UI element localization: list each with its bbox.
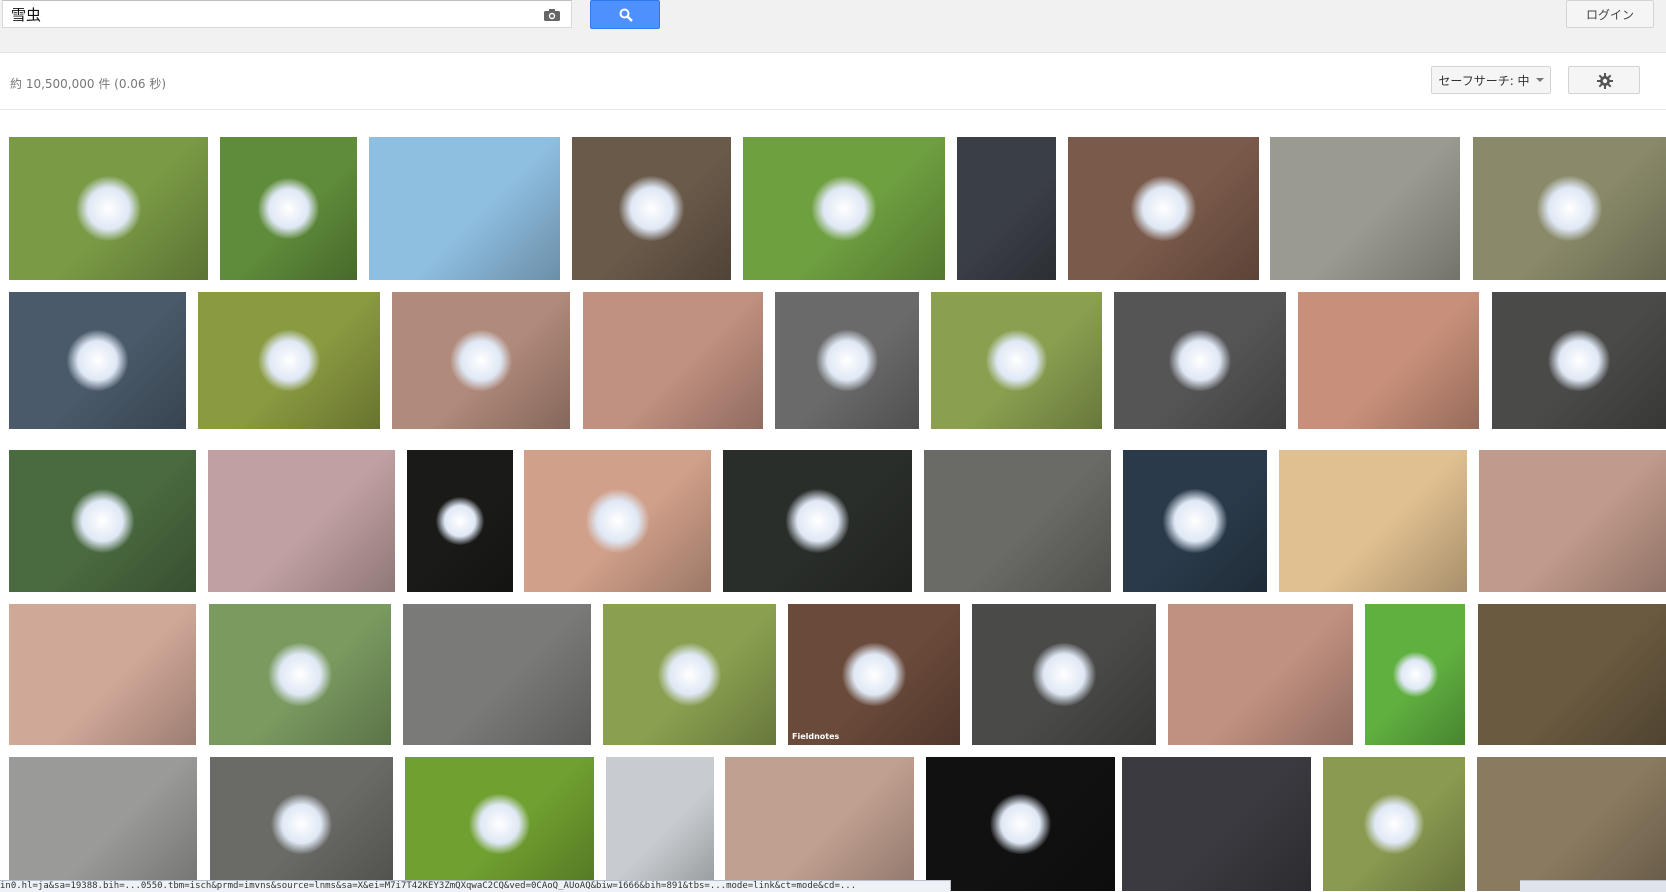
snow-insect-subject [1169, 329, 1231, 392]
image-result-thumbnail[interactable] [572, 137, 731, 280]
image-result-thumbnail[interactable] [208, 450, 395, 592]
image-result-thumbnail[interactable] [926, 757, 1115, 891]
image-result-thumbnail[interactable] [220, 137, 357, 280]
snow-insect-subject [842, 642, 906, 707]
image-result-thumbnail[interactable] [1323, 757, 1465, 891]
image-result-thumbnail[interactable]: Fieldnotes [788, 604, 960, 745]
snow-insect-subject [469, 793, 530, 855]
snow-insect-subject [1131, 176, 1196, 241]
taskbar-tray [1520, 880, 1666, 892]
snow-insect-subject [785, 489, 850, 553]
snow-insect-subject [271, 793, 332, 855]
snow-insect-subject [436, 497, 484, 545]
snow-insect-subject [70, 489, 135, 553]
image-result-thumbnail[interactable] [9, 757, 197, 891]
image-result-thumbnail[interactable] [524, 450, 711, 592]
snow-insect-subject [1548, 329, 1610, 392]
image-result-thumbnail[interactable] [1068, 137, 1259, 280]
image-result-thumbnail[interactable] [723, 450, 912, 592]
image-result-thumbnail[interactable] [606, 757, 714, 891]
image-result-thumbnail[interactable] [972, 604, 1156, 745]
image-result-thumbnail[interactable] [9, 450, 196, 592]
image-result-thumbnail[interactable] [1492, 292, 1666, 429]
image-result-thumbnail[interactable] [1279, 450, 1467, 592]
image-result-thumbnail[interactable] [1114, 292, 1286, 429]
image-result-thumbnail[interactable] [1473, 137, 1666, 280]
snow-insect-subject [1363, 793, 1425, 855]
snow-insect-subject [257, 177, 320, 240]
image-result-thumbnail[interactable] [9, 604, 196, 745]
image-result-thumbnail[interactable] [209, 604, 391, 745]
image-result-thumbnail[interactable] [407, 450, 513, 592]
image-result-thumbnail[interactable] [1298, 292, 1479, 429]
image-results-grid: Fieldnotes [0, 0, 1666, 891]
snow-insect-subject [585, 489, 650, 553]
snow-insect-subject [811, 176, 877, 241]
snow-insect-subject [985, 329, 1048, 392]
image-result-thumbnail[interactable] [931, 292, 1102, 429]
status-url-bar: in0.hl=ja&sa=19388.bih=...0550.tbm=isch&… [0, 880, 951, 892]
snow-insect-subject [1163, 489, 1227, 553]
image-result-thumbnail[interactable] [9, 137, 208, 280]
image-result-thumbnail[interactable] [369, 137, 560, 280]
image-result-thumbnail[interactable] [775, 292, 919, 429]
snow-insect-subject [450, 329, 512, 392]
image-result-thumbnail[interactable] [210, 757, 393, 891]
image-result-thumbnail[interactable] [743, 137, 945, 280]
snow-insect-subject [66, 329, 129, 392]
image-result-thumbnail[interactable] [392, 292, 570, 429]
snow-insect-subject [1392, 652, 1438, 697]
snow-insect-subject [1032, 642, 1096, 707]
image-result-thumbnail[interactable] [198, 292, 380, 429]
image-result-thumbnail[interactable] [1270, 137, 1460, 280]
image-result-thumbnail[interactable] [1365, 604, 1465, 745]
snow-insect-subject [619, 176, 684, 241]
snow-insect-subject [76, 176, 141, 241]
image-result-thumbnail[interactable] [405, 757, 594, 891]
image-result-thumbnail[interactable] [9, 292, 186, 429]
snow-insect-subject [268, 642, 332, 707]
image-result-thumbnail[interactable] [924, 450, 1111, 592]
image-result-thumbnail[interactable] [583, 292, 763, 429]
image-result-thumbnail[interactable] [957, 137, 1056, 280]
image-result-thumbnail[interactable] [725, 757, 914, 891]
image-result-thumbnail[interactable] [603, 604, 776, 745]
image-result-thumbnail[interactable] [1477, 757, 1666, 891]
image-result-thumbnail[interactable] [1478, 604, 1666, 745]
watermark-label: Fieldnotes [792, 732, 840, 741]
snow-insect-subject [657, 642, 722, 707]
image-result-thumbnail[interactable] [1122, 757, 1311, 891]
image-result-thumbnail[interactable] [1479, 450, 1666, 592]
snow-insect-subject [816, 329, 878, 392]
image-result-thumbnail[interactable] [1168, 604, 1353, 745]
snow-insect-subject [1537, 176, 1602, 241]
snow-insect-subject [990, 793, 1051, 855]
image-result-thumbnail[interactable] [403, 604, 591, 745]
image-result-thumbnail[interactable] [1123, 450, 1267, 592]
snow-insect-subject [258, 329, 320, 392]
